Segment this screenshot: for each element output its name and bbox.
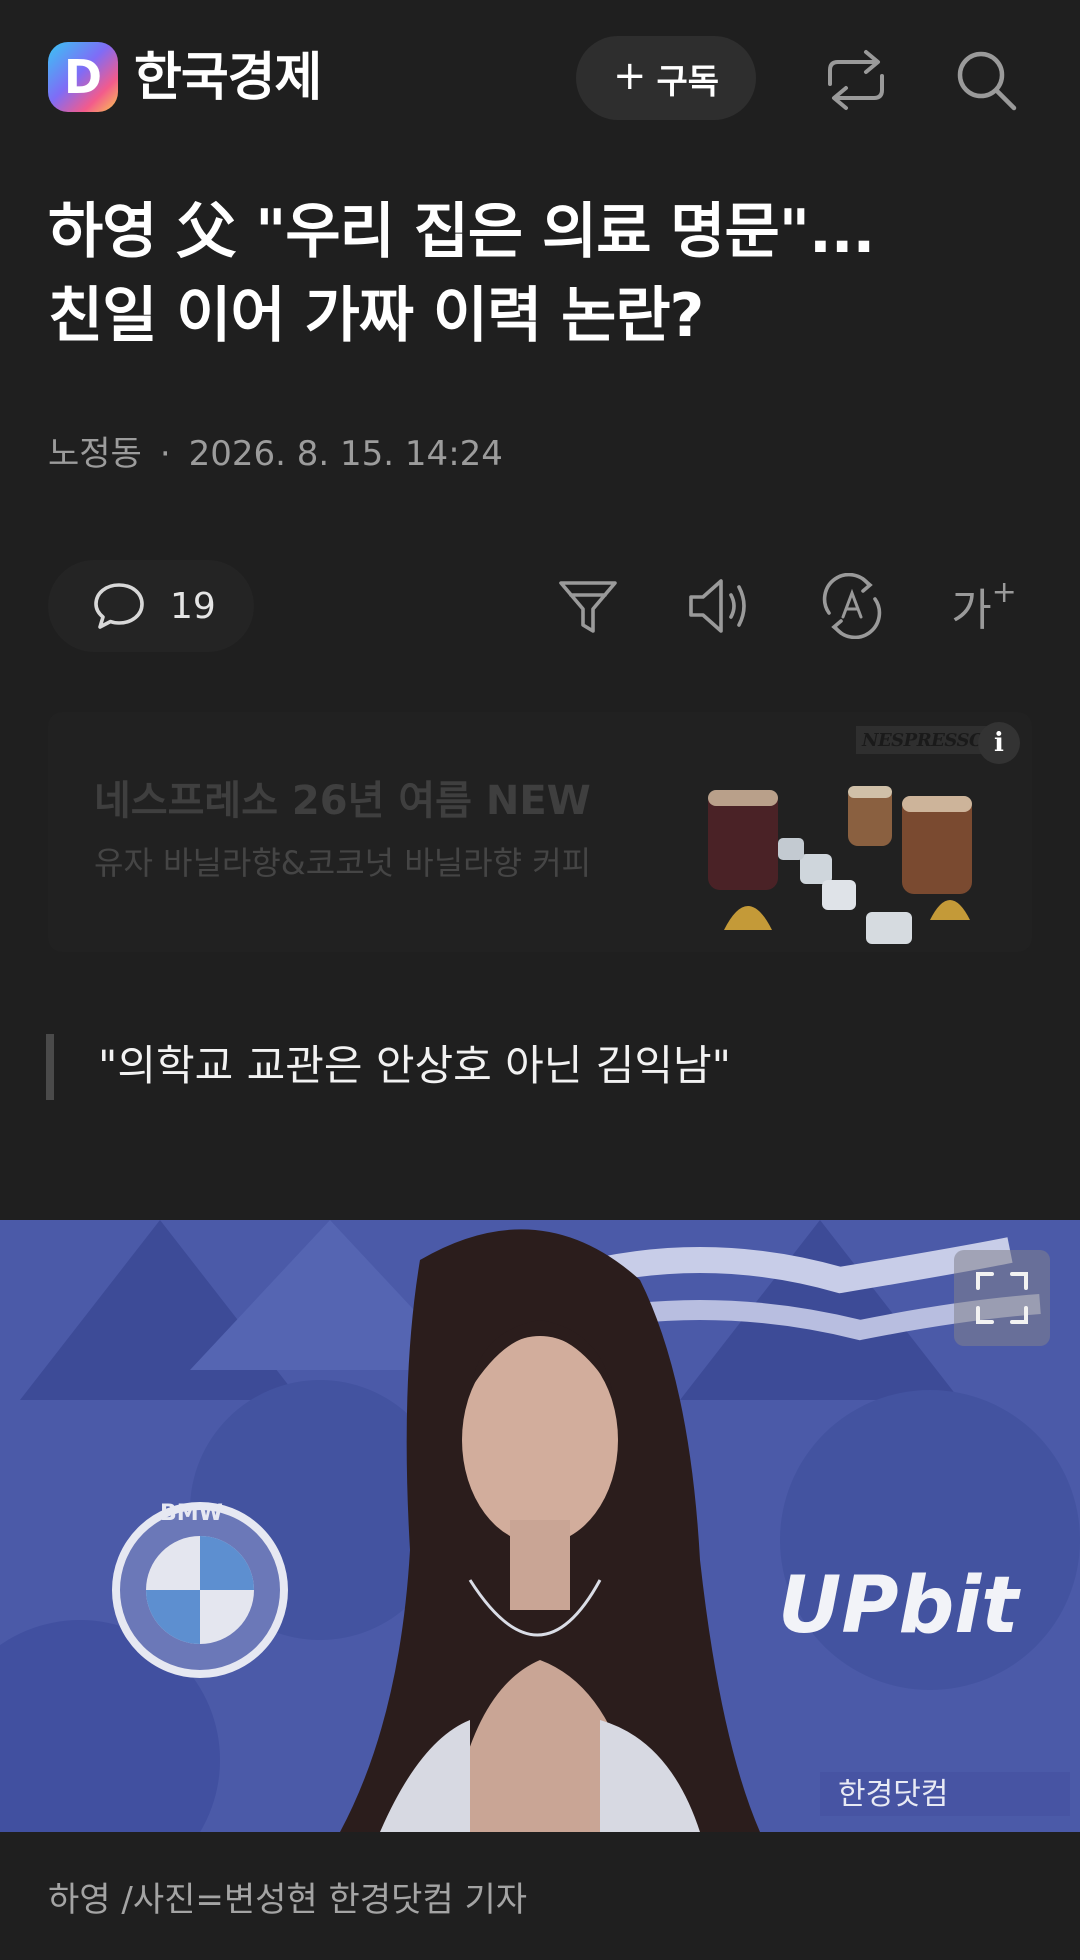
article-headline: 하영 父 "우리 집은 의료 명문"... 친일 이어 가짜 이력 논란? bbox=[48, 190, 1038, 358]
ad-product-image bbox=[708, 786, 972, 944]
plus-icon: + bbox=[612, 53, 647, 99]
byline-separator: · bbox=[159, 434, 171, 474]
press-logo-letter: D bbox=[63, 50, 103, 104]
author-name[interactable]: 노정동 bbox=[48, 434, 142, 474]
speech-bubble-icon bbox=[94, 583, 144, 629]
share-icon[interactable] bbox=[818, 42, 894, 118]
article-subheading: "의학교 교관은 안상호 아닌 김익남" bbox=[98, 1041, 731, 1090]
font-size-label: 가 bbox=[951, 585, 992, 636]
byline: 노정동 · 2026. 8. 15. 14:24 bbox=[48, 430, 503, 478]
plus-icon: + bbox=[991, 574, 1017, 610]
photo-watermark: 한경닷컴 bbox=[838, 1777, 948, 1812]
translate-button[interactable] bbox=[814, 568, 890, 644]
publish-date: 2026. 8. 15. 14:24 bbox=[188, 434, 503, 474]
expand-icon[interactable] bbox=[954, 1250, 1050, 1346]
ad-title: 네스프레소 26년 여름 NEW bbox=[94, 778, 591, 824]
ad-subtitle: 유자 바닐라향&코코넛 바닐라향 커피 bbox=[94, 844, 592, 882]
ad-brand: NESPRESSO bbox=[862, 730, 985, 751]
tts-button[interactable] bbox=[682, 568, 758, 644]
speaker-icon bbox=[689, 579, 746, 633]
photo-sponsor-left: BMW bbox=[160, 1501, 223, 1526]
comment-count: 19 bbox=[170, 585, 216, 627]
press-name[interactable]: 한국경제 bbox=[134, 40, 322, 116]
font-size-button[interactable]: 가 + bbox=[946, 568, 1022, 644]
subscribe-button[interactable]: + 구독 bbox=[576, 36, 756, 120]
photo-sponsor-right: UPbit bbox=[778, 1561, 1021, 1651]
photo-illustration: UPbit BMW 한경닷컴 bbox=[0, 1220, 1080, 1832]
article-photo[interactable]: UPbit BMW 한경닷컴 bbox=[0, 1220, 1080, 1832]
headline-line-1: 하영 父 "우리 집은 의료 명문"... bbox=[48, 197, 875, 267]
comments-button[interactable]: 19 bbox=[48, 560, 254, 652]
photo-caption: 하영 /사진=변성현 한경닷컴 기자 bbox=[48, 1880, 528, 1920]
quote-bar bbox=[46, 1034, 54, 1100]
search-icon[interactable] bbox=[948, 42, 1024, 118]
ad-banner[interactable]: 네스프레소 26년 여름 NEW 유자 바닐라향&코코넛 바닐라향 커피 NES… bbox=[48, 712, 1032, 952]
press-logo[interactable]: D bbox=[48, 42, 118, 112]
headline-line-2: 친일 이어 가짜 이력 논란? bbox=[48, 281, 704, 351]
summary-button[interactable] bbox=[550, 568, 626, 644]
subscribe-label: 구독 bbox=[656, 61, 720, 102]
funnel-icon bbox=[559, 581, 617, 633]
translate-icon bbox=[822, 573, 882, 639]
ad-info-icon[interactable]: i bbox=[978, 722, 1020, 764]
